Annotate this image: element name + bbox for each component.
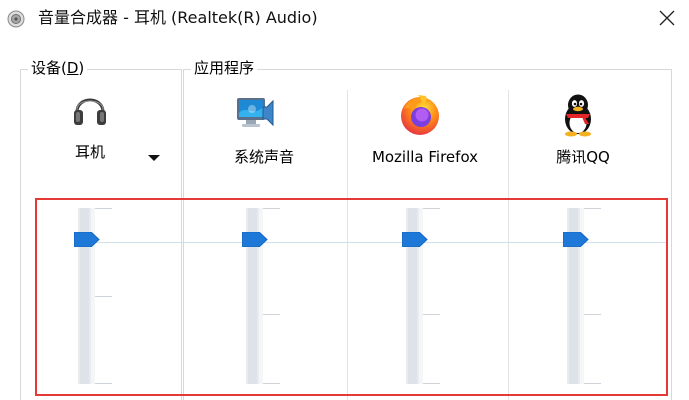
slider-tick <box>423 314 440 315</box>
slider-thumb[interactable] <box>401 231 428 248</box>
slider-tick <box>584 208 601 209</box>
volume-slider-system-sounds[interactable] <box>241 208 286 388</box>
speaker-icon <box>7 10 25 28</box>
chevron-down-icon[interactable] <box>148 147 160 166</box>
close-button[interactable] <box>646 0 689 36</box>
firefox-icon[interactable] <box>398 93 442 141</box>
device-label-headphones: 耳机 <box>74 143 105 161</box>
headphones-icon[interactable] <box>73 88 107 132</box>
title-bar: 音量合成器 - 耳机 (Realtek(R) Audio) <box>0 0 689 36</box>
apps-group-label: 应用程序 <box>191 58 258 78</box>
slider-tick <box>263 208 280 209</box>
slider-tick <box>95 296 112 297</box>
qq-penguin-icon[interactable] <box>560 93 596 141</box>
slider-tick <box>423 208 440 209</box>
window-title: 音量合成器 - 耳机 (Realtek(R) Audio) <box>38 8 318 27</box>
volume-slider-qq[interactable] <box>562 208 607 388</box>
slider-tick <box>263 383 280 384</box>
slider-thumb[interactable] <box>562 231 589 248</box>
slider-tick <box>584 314 601 315</box>
devices-group-label: 设备(D) <box>28 58 88 78</box>
close-icon <box>659 10 675 26</box>
app-label-system-sounds: 系统声音 <box>233 148 294 166</box>
slider-thumb[interactable] <box>241 231 268 248</box>
column-separator <box>508 90 509 400</box>
slider-tick <box>584 383 601 384</box>
volume-slider-headphones[interactable] <box>73 208 118 388</box>
slider-tick <box>95 383 112 384</box>
slider-tick <box>263 314 280 315</box>
column-separator <box>347 90 348 400</box>
volume-slider-firefox[interactable] <box>401 208 446 388</box>
system-sounds-icon[interactable] <box>236 95 280 137</box>
slider-tick <box>423 383 440 384</box>
app-label-firefox: Mozilla Firefox <box>371 148 479 166</box>
app-label-qq: 腾讯QQ <box>556 148 610 166</box>
slider-thumb[interactable] <box>73 231 100 248</box>
slider-tick <box>95 208 112 209</box>
